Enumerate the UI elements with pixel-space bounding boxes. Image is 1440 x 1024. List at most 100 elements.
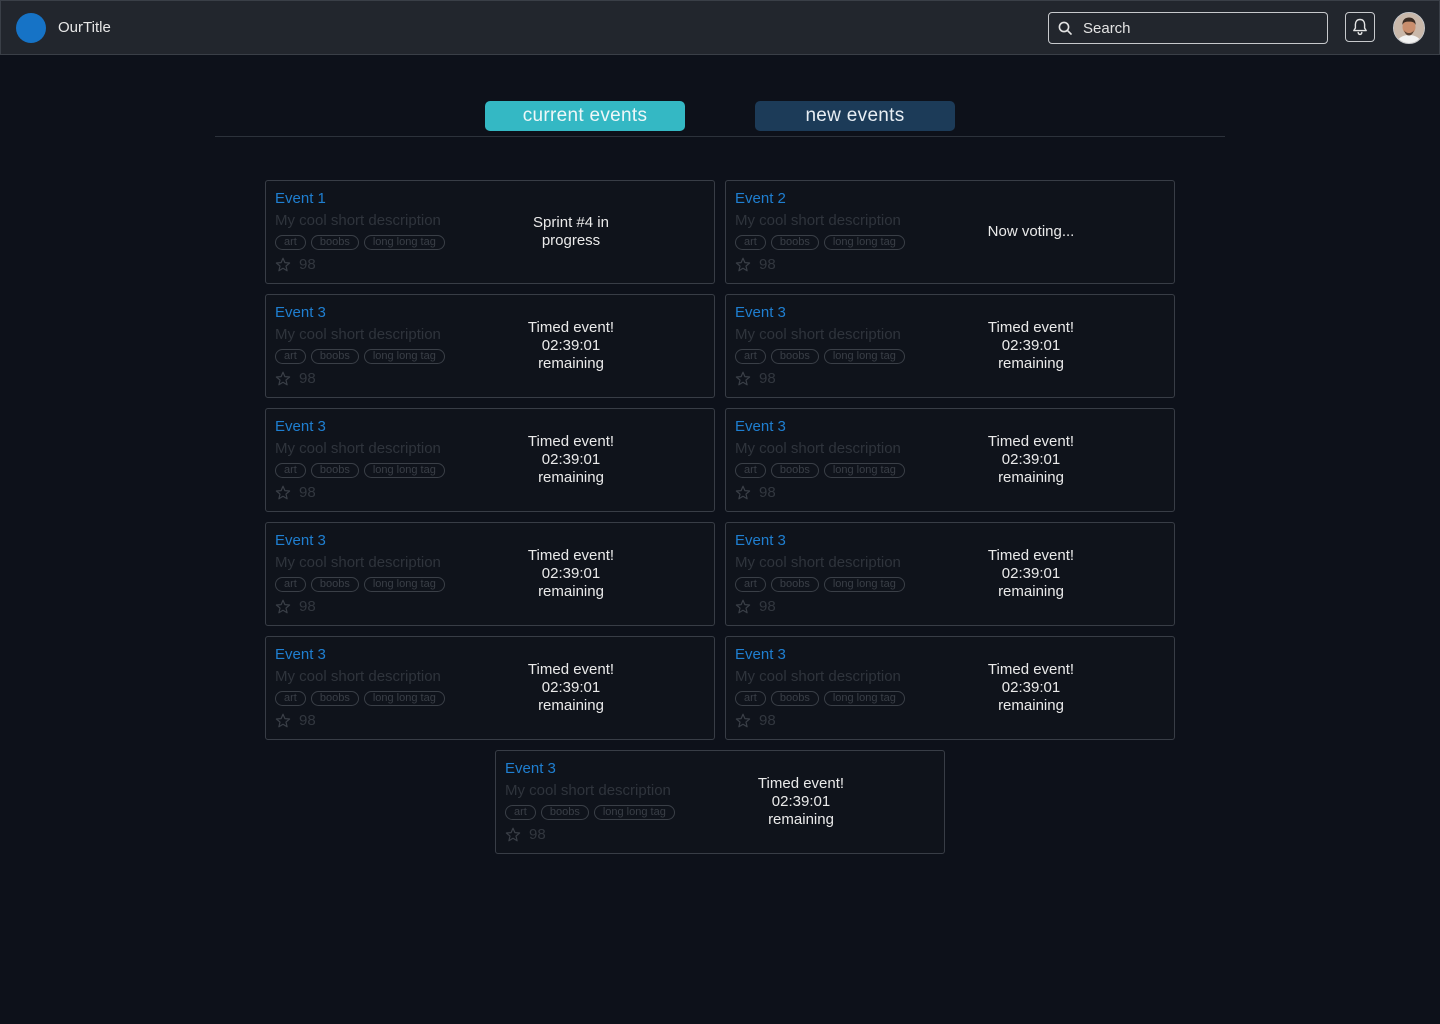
star-icon[interactable] [735,485,751,501]
star-icon[interactable] [735,599,751,615]
event-tag[interactable]: long long tag [363,235,445,250]
event-tag[interactable]: long long tag [823,235,905,250]
event-tag[interactable]: art [505,805,536,820]
event-rating: 98 [275,713,316,729]
avatar-portrait-icon [1394,13,1424,43]
event-tag[interactable]: long long tag [363,691,445,706]
event-card[interactable]: Event 1 My cool short description art boobs… [265,180,715,284]
event-tags: art boobs long long tag [275,691,445,706]
event-tags: art boobs long long tag [735,349,905,364]
event-tag[interactable]: boobs [770,691,819,706]
event-title[interactable]: Event 3 [275,647,326,663]
top-bar: OurTitle Search [0,0,1440,55]
star-icon[interactable] [505,827,521,843]
event-tags: art boobs long long tag [275,349,445,364]
event-rating: 98 [275,599,316,615]
event-tag[interactable]: art [275,691,306,706]
notifications-button[interactable] [1345,12,1375,42]
star-icon[interactable] [735,713,751,729]
event-tag[interactable]: boobs [770,349,819,364]
event-title[interactable]: Event 3 [505,761,556,777]
star-icon[interactable] [275,257,291,273]
event-card[interactable]: Event 2 My cool short description art boobs… [725,180,1175,284]
event-status: Timed event! 02:39:01 remaining [987,433,1075,486]
event-status: Timed event! 02:39:01 remaining [527,547,615,600]
event-title[interactable]: Event 1 [275,191,326,207]
event-title[interactable]: Event 3 [275,533,326,549]
event-tag[interactable]: art [275,235,306,250]
event-tag[interactable]: art [735,235,766,250]
event-status: Timed event! 02:39:01 remaining [757,775,845,828]
event-tag[interactable]: long long tag [823,349,905,364]
event-tag[interactable]: art [275,577,306,592]
event-card[interactable]: Event 3 My cool short description art boobs… [265,522,715,626]
event-tags: art boobs long long tag [275,577,445,592]
event-tag[interactable]: long long tag [593,805,675,820]
event-tag[interactable]: long long tag [363,349,445,364]
event-card[interactable]: Event 3 My cool short description art boobs… [495,750,945,854]
event-tag[interactable]: boobs [310,349,359,364]
event-tag[interactable]: boobs [770,235,819,250]
event-title[interactable]: Event 3 [275,305,326,321]
event-tag[interactable]: boobs [310,463,359,478]
event-card[interactable]: Event 3 My cool short description art boobs… [725,636,1175,740]
event-description: My cool short description [735,668,901,685]
event-title[interactable]: Event 3 [735,305,786,321]
event-tag[interactable]: long long tag [823,463,905,478]
event-tags: art boobs long long tag [505,805,675,820]
event-tag[interactable]: art [275,349,306,364]
event-tag[interactable]: long long tag [363,463,445,478]
search-input[interactable]: Search [1048,12,1328,44]
event-rating: 98 [275,257,316,273]
user-avatar[interactable] [1393,12,1425,44]
event-tag[interactable]: long long tag [363,577,445,592]
event-tag[interactable]: long long tag [823,577,905,592]
event-tag[interactable]: art [735,463,766,478]
event-tag[interactable]: art [735,349,766,364]
event-tag[interactable]: art [735,691,766,706]
star-icon[interactable] [275,371,291,387]
event-rating: 98 [735,371,776,387]
event-description: My cool short description [735,212,901,229]
event-tag[interactable]: boobs [540,805,589,820]
event-tag[interactable]: long long tag [823,691,905,706]
event-description: My cool short description [275,440,441,457]
event-tag[interactable]: art [735,577,766,592]
rating-count: 98 [299,484,316,501]
rating-count: 98 [759,370,776,387]
event-card[interactable]: Event 3 My cool short description art boobs… [725,294,1175,398]
search-icon [1058,21,1072,35]
tab-current-events[interactable]: current events [485,101,685,131]
event-card[interactable]: Event 3 My cool short description art boobs… [725,408,1175,512]
event-card[interactable]: Event 3 My cool short description art boobs… [265,408,715,512]
event-tag[interactable]: boobs [310,691,359,706]
tab-new-events[interactable]: new events [755,101,955,131]
rating-count: 98 [529,826,546,843]
event-tags: art boobs long long tag [275,463,445,478]
event-tag[interactable]: boobs [770,577,819,592]
rating-count: 98 [299,598,316,615]
event-title[interactable]: Event 3 [735,647,786,663]
event-title[interactable]: Event 3 [275,419,326,435]
event-tag[interactable]: boobs [310,235,359,250]
star-icon[interactable] [735,257,751,273]
event-tags: art boobs long long tag [275,235,445,250]
event-status: Timed event! 02:39:01 remaining [527,661,615,714]
event-title[interactable]: Event 2 [735,191,786,207]
event-title[interactable]: Event 3 [735,533,786,549]
event-title[interactable]: Event 3 [735,419,786,435]
event-card[interactable]: Event 3 My cool short description art boobs… [725,522,1175,626]
star-icon[interactable] [275,713,291,729]
event-tag[interactable]: art [275,463,306,478]
star-icon[interactable] [275,599,291,615]
event-tags: art boobs long long tag [735,577,905,592]
event-description: My cool short description [275,212,441,229]
event-tag[interactable]: boobs [770,463,819,478]
star-icon[interactable] [275,485,291,501]
app-logo[interactable] [16,13,46,43]
event-tag[interactable]: boobs [310,577,359,592]
event-description: My cool short description [275,554,441,571]
star-icon[interactable] [735,371,751,387]
event-card[interactable]: Event 3 My cool short description art boobs… [265,636,715,740]
event-card[interactable]: Event 3 My cool short description art boobs… [265,294,715,398]
